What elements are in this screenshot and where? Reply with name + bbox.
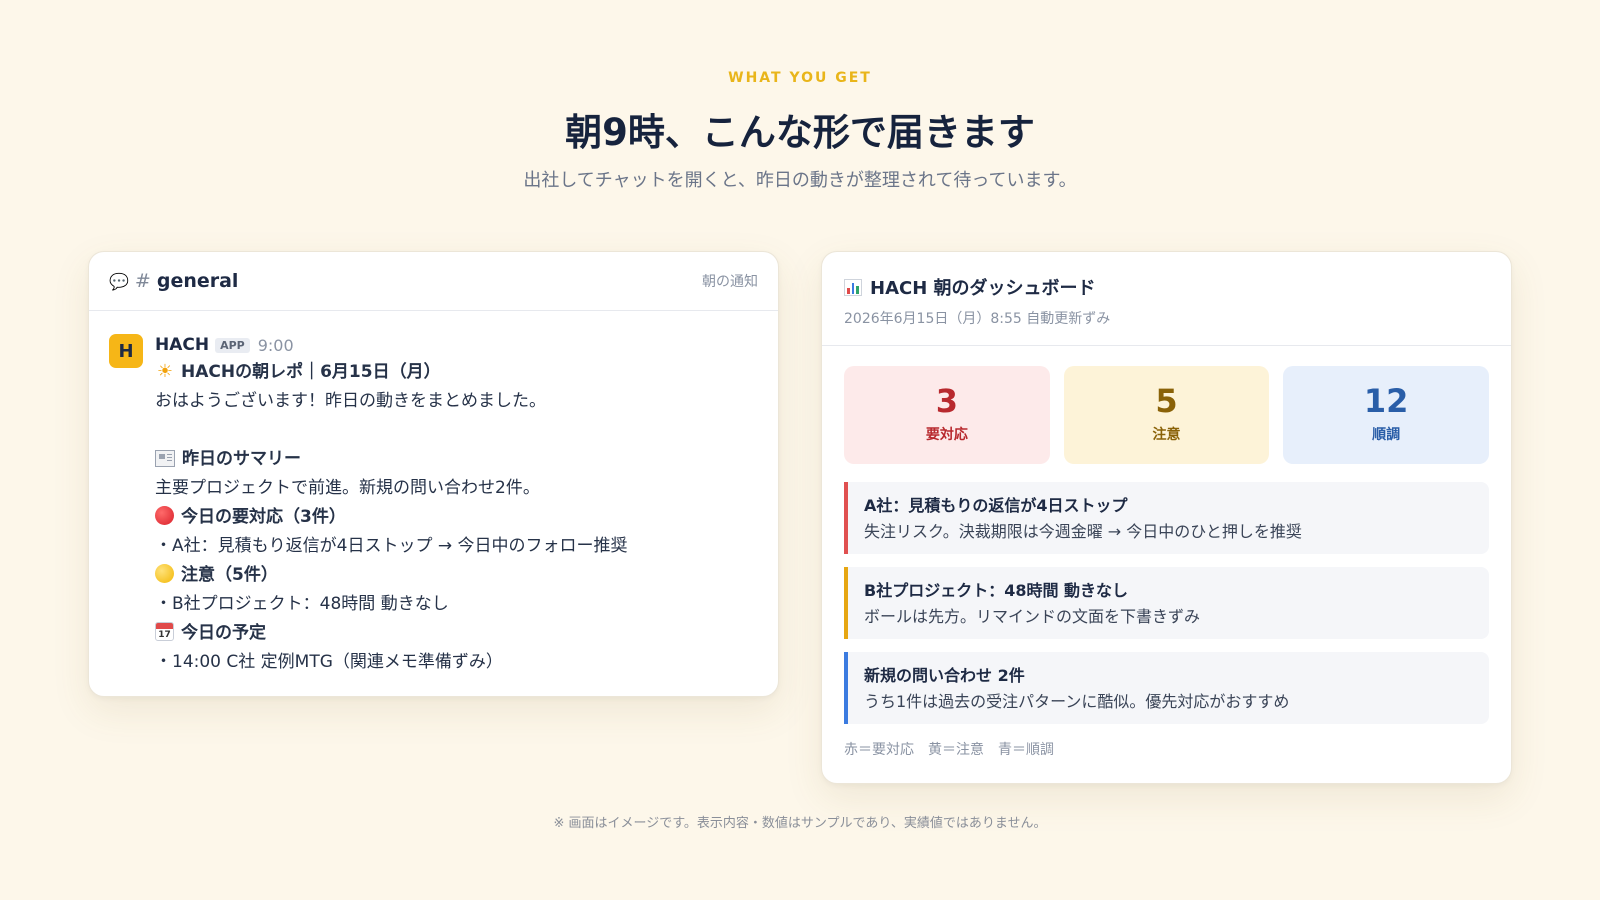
bar-chart-icon [844,278,862,296]
stat-caution-value: 5 [1155,382,1178,420]
sender-name[interactable]: HACH [155,335,209,355]
color-legend: 赤＝要対応 黄＝注意 青＝順調 [844,742,1054,758]
urgent-heading-line: 今日の要対応（3件） [155,503,758,532]
page: WHAT YOU GET 朝9時、こんな形で届きます 出社してチャットを開くと、… [0,0,1600,900]
sun-icon: ☀ [156,361,174,382]
alert-title: A社：見積もりの返信が4日ストップ [864,496,1128,515]
summary-heading: 昨日のサマリー [182,449,301,469]
dashboard-card: HACH 朝のダッシュボード 2026年6月15日（月）8:55 自動更新ずみ … [821,251,1512,784]
stat-urgent-value: 3 [935,382,958,420]
urgent-heading: 今日の要対応（3件） [181,507,346,527]
caution-item: ・B社プロジェクト：48時間 動きなし [155,594,449,614]
greeting: おはようございます！昨日の動きをまとめました。 [155,391,546,411]
stat-caution[interactable]: 5 注意 [1063,366,1270,464]
report-title: HACHの朝レポ｜6月15日（月） [181,362,441,382]
alert-text: ボールは先方。リマインドの文面を下書きずみ [864,607,1201,626]
alert-text: うち1件は過去の受注パターンに酷似。優先対応がおすすめ [864,692,1290,711]
chat-header: 💬 # general 朝の通知 [89,252,778,311]
schedule-item: ・14:00 C社 定例MTG（関連メモ準備ずみ） [155,652,503,672]
stat-ok-value: 12 [1363,382,1409,420]
alert-item-caution[interactable]: B社プロジェクト：48時間 動きなし ボールは先方。リマインドの文面を下書きずみ [844,567,1489,639]
app-badge: APP [215,337,250,353]
dashboard-updated: 2026年6月15日（月）8:55 自動更新ずみ [844,311,1111,327]
channel-hash: # [134,270,151,292]
alert-title: B社プロジェクト：48時間 動きなし [864,581,1129,600]
calendar-day: 17 [158,630,171,640]
dashboard-title: HACH 朝のダッシュボード [870,278,1096,299]
alert-list: A社：見積もりの返信が4日ストップ 失注リスク。決裁期限は今週金曜 → 今日中の… [822,464,1511,724]
caution-heading-line: 注意（5件） [155,561,758,590]
red-circle-icon [155,506,174,525]
channel-name[interactable]: general [157,270,239,292]
urgent-item: ・A社：見積もり返信が4日ストップ → 今日中のフォロー推奨 [155,536,628,556]
caution-heading: 注意（5件） [181,565,278,585]
alert-title: 新規の問い合わせ 2件 [864,666,1025,685]
summary-heading-line: 昨日のサマリー [155,445,758,474]
alert-item-info[interactable]: 新規の問い合わせ 2件 うち1件は過去の受注パターンに酷似。優先対応がおすすめ [844,652,1489,724]
chat-message: H HACH APP 9:00 ☀ HACHの朝レポ｜6月15日（月） おはようご… [89,311,778,677]
calendar-icon: 17 [155,622,174,641]
message-meta: HACH APP 9:00 [155,333,758,357]
newspaper-icon [155,450,175,467]
stat-urgent-label: 要対応 [925,427,968,443]
speech-bubble-icon: 💬 [109,271,129,291]
page-title: 朝9時、こんな形で届きます [565,111,1035,154]
message-body: HACH APP 9:00 ☀ HACHの朝レポ｜6月15日（月） おはようござい… [155,333,758,677]
chat-card: 💬 # general 朝の通知 H HACH APP 9:00 ☀ HACHの朝… [88,251,779,697]
footnote: ※ 画面はイメージです。表示内容・数値はサンプルであり、実績値ではありません。 [553,816,1047,831]
report-title-line: ☀ HACHの朝レポ｜6月15日（月） [155,357,758,387]
stat-caution-label: 注意 [1152,427,1181,443]
eyebrow: WHAT YOU GET [728,70,872,86]
schedule-heading-line: 17 今日の予定 [155,619,758,648]
stat-ok-label: 順調 [1372,427,1401,443]
schedule-heading: 今日の予定 [181,623,266,643]
avatar[interactable]: H [109,334,143,368]
notification-label: 朝の通知 [702,274,758,290]
dashboard-title-row: HACH 朝のダッシュボード [844,272,1489,302]
summary-text: 主要プロジェクトで前進。新規の問い合わせ2件。 [155,478,540,498]
page-subtitle: 出社してチャットを開くと、昨日の動きが整理されて待っています。 [523,170,1077,191]
yellow-circle-icon [155,564,174,583]
alert-item-urgent[interactable]: A社：見積もりの返信が4日ストップ 失注リスク。決裁期限は今週金曜 → 今日中の… [844,482,1489,554]
alert-text: 失注リスク。決裁期限は今週金曜 → 今日中のひと押しを推奨 [864,522,1302,541]
stat-urgent[interactable]: 3 要対応 [844,366,1050,464]
dashboard-header: HACH 朝のダッシュボード 2026年6月15日（月）8:55 自動更新ずみ [822,252,1511,346]
stats-row: 3 要対応 5 注意 12 順調 [822,346,1511,464]
message-time[interactable]: 9:00 [258,336,294,355]
stat-ok[interactable]: 12 順調 [1283,366,1490,464]
